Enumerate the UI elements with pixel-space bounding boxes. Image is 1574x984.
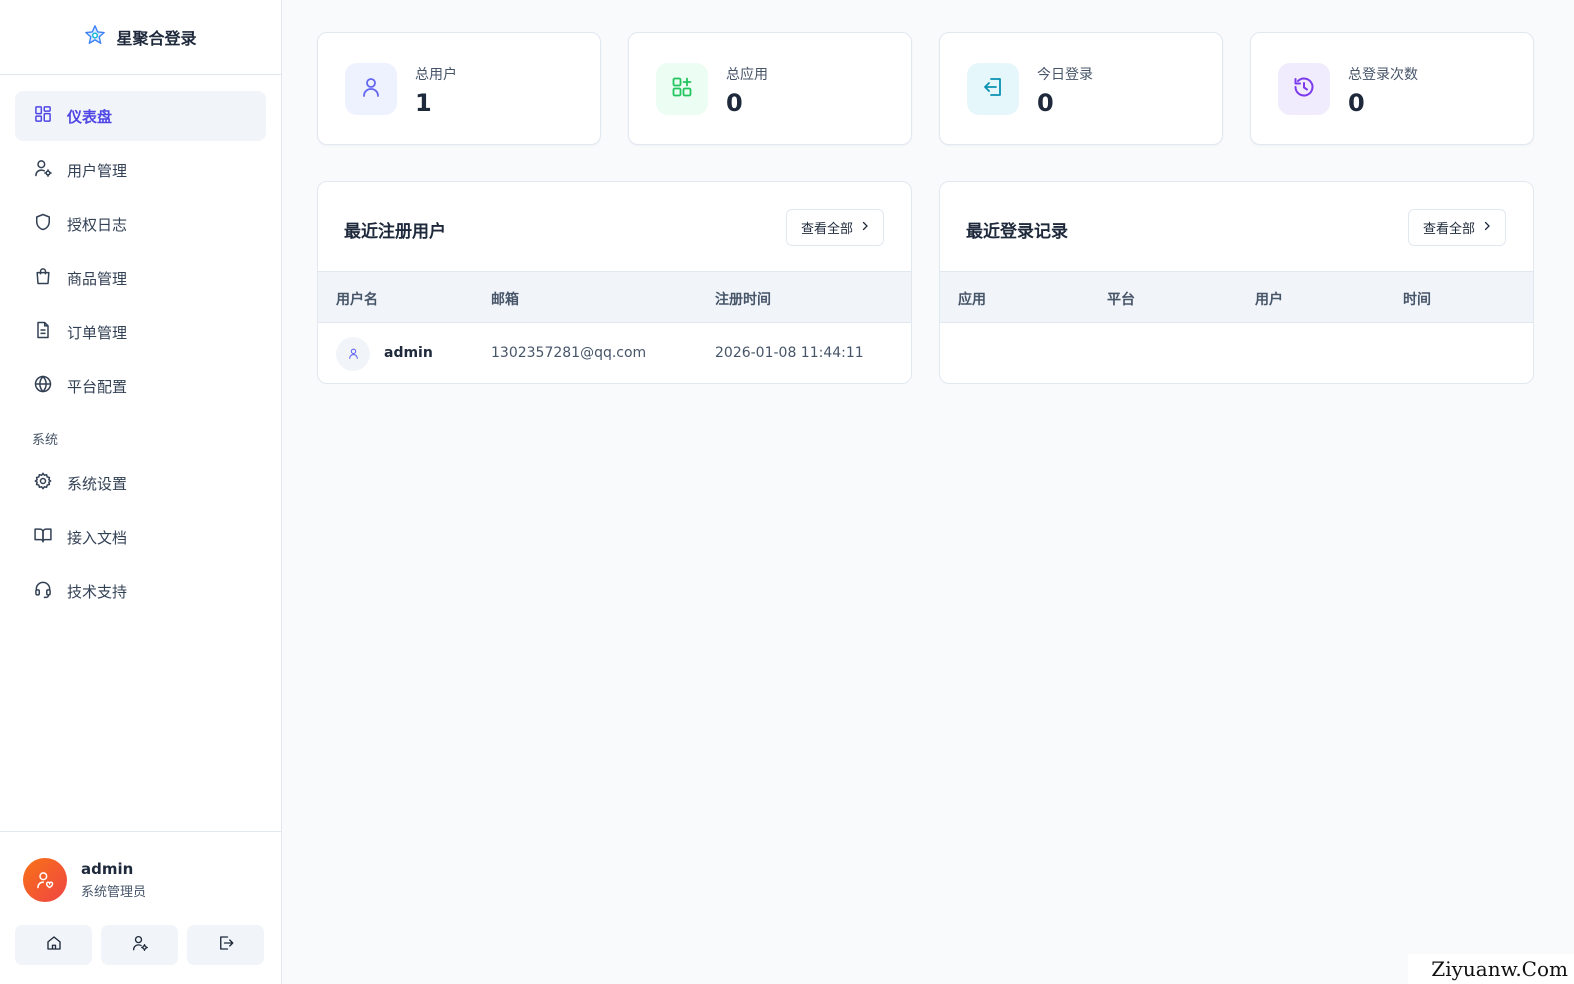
sidebar-item-label: 商品管理 xyxy=(67,269,128,288)
home-button[interactable] xyxy=(15,925,92,965)
footer-buttons xyxy=(0,902,281,965)
sidebar-item-label: 系统设置 xyxy=(67,474,128,493)
sidebar-section-label: 系统 xyxy=(32,433,59,448)
table-header: 应用 平台 用户 时间 xyxy=(940,271,1533,323)
sidebar-item-user-management[interactable]: 用户管理 xyxy=(15,145,266,195)
chevron-right-icon xyxy=(1481,220,1493,236)
avatar xyxy=(336,337,370,371)
sidebar-item-dashboard[interactable]: 仪表盘 xyxy=(15,91,266,141)
stat-card-total-login-count: 总登录次数 0 xyxy=(1250,32,1534,145)
document-icon xyxy=(33,320,53,344)
history-icon xyxy=(1292,75,1316,103)
sidebar-nav: 仪表盘 用户管理 授权日志 商品管理 订单管理 平台配置 系统 系统设置 接入文… xyxy=(0,75,281,616)
sidebar-item-label: 用户管理 xyxy=(67,161,128,180)
email-cell: 1302357281@qq.com xyxy=(491,345,647,361)
stat-label: 总登录次数 xyxy=(1348,67,1418,83)
stat-card-total-users: 总用户 1 xyxy=(317,32,601,145)
stat-label: 今日登录 xyxy=(1037,67,1093,83)
sidebar-item-platform-config[interactable]: 平台配置 xyxy=(15,361,266,411)
table-header: 用户名 邮箱 注册时间 xyxy=(318,271,911,323)
stat-value: 0 xyxy=(726,89,743,117)
user-gear-icon xyxy=(33,158,53,182)
sidebar-footer: admin 系统管理员 xyxy=(0,831,281,984)
column-header: 用户名 xyxy=(336,292,378,308)
recent-users-panel: 最近注册用户 查看全部 用户名 邮箱 注册时间 admin 1302357281… xyxy=(317,181,912,384)
column-header: 应用 xyxy=(958,292,986,308)
sidebar-item-auth-logs[interactable]: 授权日志 xyxy=(15,199,266,249)
logout-button[interactable] xyxy=(187,925,264,965)
main-content: 总用户 1 总应用 0 今日登录 0 总登录次数 0 最近注册用户 查看全部 用… xyxy=(282,0,1574,984)
view-all-logins-button[interactable]: 查看全部 xyxy=(1407,209,1506,246)
column-header: 平台 xyxy=(1107,292,1135,308)
stat-card-today-logins: 今日登录 0 xyxy=(939,32,1223,145)
stat-label: 总用户 xyxy=(415,67,457,83)
logout-icon xyxy=(217,934,235,956)
recent-logins-panel: 最近登录记录 查看全部 应用 平台 用户 时间 xyxy=(939,181,1534,384)
column-header: 注册时间 xyxy=(715,292,771,308)
stat-value: 1 xyxy=(415,89,432,117)
sidebar-item-label: 技术支持 xyxy=(67,582,128,601)
brand-name: 星聚合登录 xyxy=(116,29,197,48)
registered-time-cell: 2026-01-08 11:44:11 xyxy=(715,345,864,361)
globe-icon xyxy=(33,374,53,398)
panel-title: 最近登录记录 xyxy=(966,222,1068,242)
gear-icon xyxy=(33,471,53,495)
book-icon xyxy=(33,525,53,549)
view-all-label: 查看全部 xyxy=(1422,222,1475,237)
column-header: 邮箱 xyxy=(491,292,519,308)
stat-label: 总应用 xyxy=(726,67,768,83)
user-gear-icon xyxy=(131,934,149,956)
user-name: admin xyxy=(81,860,134,878)
sidebar-item-label: 平台配置 xyxy=(67,377,128,396)
headset-icon xyxy=(33,579,53,603)
sidebar-item-system-settings[interactable]: 系统设置 xyxy=(15,458,266,508)
stat-icon-bg xyxy=(967,63,1019,115)
avatar[interactable] xyxy=(23,858,67,902)
shopping-bag-icon xyxy=(33,266,53,290)
panel-title: 最近注册用户 xyxy=(344,222,446,242)
sidebar-item-label: 授权日志 xyxy=(67,215,128,234)
stat-value: 0 xyxy=(1037,89,1054,117)
stat-value: 0 xyxy=(1348,89,1365,117)
brand[interactable]: 星聚合登录 xyxy=(0,0,281,75)
sidebar-item-label: 接入文档 xyxy=(67,528,128,547)
user-icon xyxy=(347,345,360,364)
view-all-label: 查看全部 xyxy=(800,222,853,237)
stat-card-total-apps: 总应用 0 xyxy=(628,32,912,145)
home-icon xyxy=(45,934,63,956)
user-card: admin 系统管理员 xyxy=(0,832,281,902)
sidebar: 星聚合登录 仪表盘 用户管理 授权日志 商品管理 订单管理 平台配置 系统 系统… xyxy=(0,0,282,984)
chevron-right-icon xyxy=(859,220,871,236)
username-cell: admin xyxy=(384,345,433,361)
stat-icon-bg xyxy=(345,63,397,115)
column-header: 时间 xyxy=(1403,292,1431,308)
sidebar-item-products[interactable]: 商品管理 xyxy=(15,253,266,303)
column-header: 用户 xyxy=(1255,292,1283,308)
dashboard-icon xyxy=(33,104,53,128)
view-all-users-button[interactable]: 查看全部 xyxy=(785,209,884,246)
watermark: Ziyuanw.Com xyxy=(1408,954,1574,984)
sidebar-item-docs[interactable]: 接入文档 xyxy=(15,512,266,562)
user-role: 系统管理员 xyxy=(81,885,147,900)
apps-add-icon xyxy=(670,75,694,103)
login-icon xyxy=(981,75,1005,103)
sidebar-item-support[interactable]: 技术支持 xyxy=(15,566,266,616)
star-icon xyxy=(84,24,106,50)
stat-icon-bg xyxy=(1278,63,1330,115)
table-row[interactable]: admin 1302357281@qq.com 2026-01-08 11:44… xyxy=(318,323,911,383)
profile-settings-button[interactable] xyxy=(101,925,178,965)
user-icon xyxy=(359,75,383,103)
sidebar-item-orders[interactable]: 订单管理 xyxy=(15,307,266,357)
sidebar-item-label: 订单管理 xyxy=(67,323,128,342)
sidebar-item-label: 仪表盘 xyxy=(67,107,113,126)
stat-icon-bg xyxy=(656,63,708,115)
shield-icon xyxy=(33,212,53,236)
